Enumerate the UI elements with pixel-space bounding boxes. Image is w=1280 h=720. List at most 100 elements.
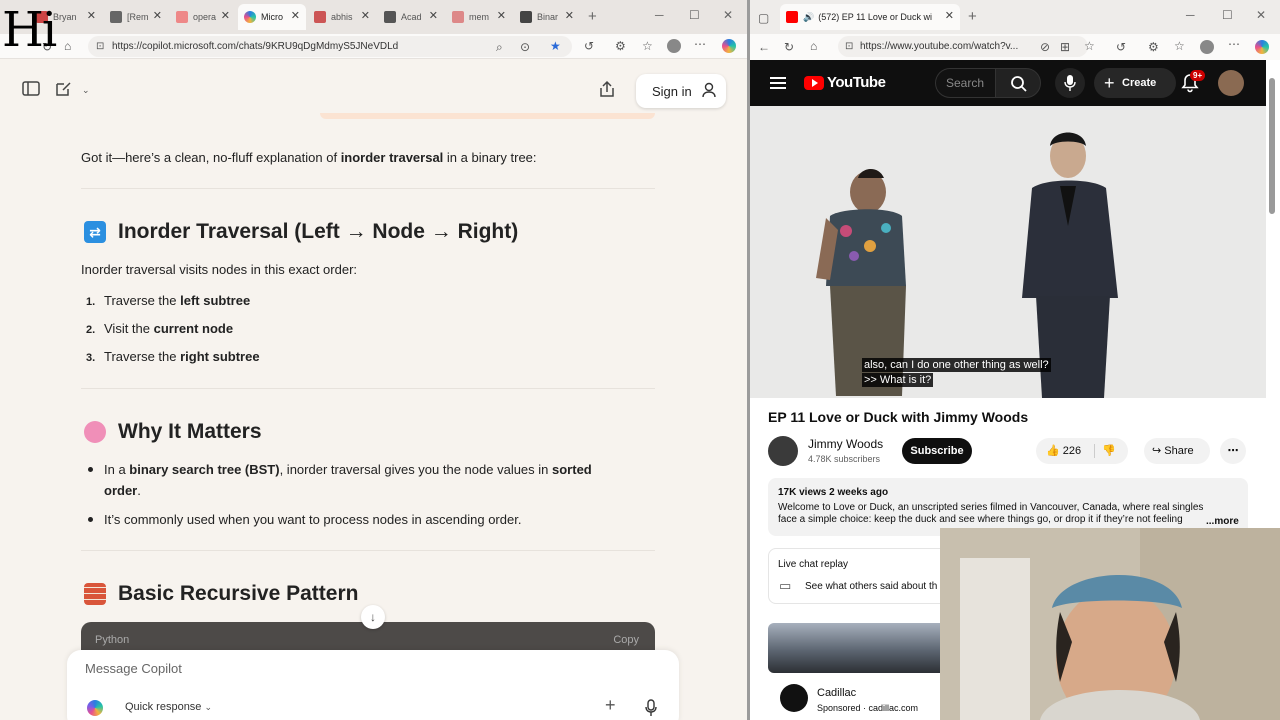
maximize-icon[interactable]: ☐ — [689, 8, 700, 22]
extensions-icon[interactable]: ⚙ — [1148, 41, 1159, 53]
left-address-bar: ↻ ⌂ ⊡ https://copilot.microsoft.com/chat… — [0, 34, 747, 59]
split-screen-icon[interactable]: ⊞ — [1060, 41, 1070, 53]
create-label: Create — [1122, 77, 1157, 89]
step-text: Visit the — [104, 321, 154, 336]
sign-in-button[interactable]: Sign in — [636, 74, 726, 108]
tab-label: mem — [469, 12, 489, 22]
tab-actions-icon[interactable]: ▢ — [758, 12, 769, 24]
left-url-field[interactable]: ⊡ https://copilot.microsoft.com/chats/9K… — [88, 36, 572, 57]
refresh-ext-icon[interactable]: ↺ — [1116, 41, 1126, 53]
minimize-icon[interactable]: ─ — [1186, 8, 1195, 22]
share-icon[interactable] — [598, 80, 616, 98]
minimize-icon[interactable]: ─ — [655, 8, 664, 22]
favorite-star-icon[interactable]: ☆ — [1084, 40, 1095, 52]
webcam-frame — [940, 528, 1280, 720]
tab-binar[interactable]: Binar ✕ — [514, 4, 580, 30]
share-button[interactable]: ↪ Share — [1144, 438, 1210, 464]
back-icon[interactable]: ← — [758, 41, 770, 53]
tab-acad[interactable]: Acad ✕ — [378, 4, 444, 30]
ad-thumbnail[interactable] — [768, 623, 958, 673]
chevron-down-icon[interactable]: ⌄ — [82, 84, 90, 96]
create-button[interactable]: + Create — [1094, 68, 1176, 98]
like-button[interactable]: 👍 226 — [1046, 438, 1081, 464]
more-menu-icon[interactable]: ⋯ — [1228, 38, 1240, 50]
tab-mem[interactable]: mem ✕ — [446, 4, 512, 30]
youtube-header: YouTube Search + Create 9+ — [750, 60, 1266, 106]
read-aloud-icon[interactable]: ⊘ — [1040, 41, 1050, 53]
search-button[interactable] — [995, 68, 1041, 98]
tab-close-icon[interactable]: ✕ — [945, 9, 954, 22]
channel-avatar[interactable] — [768, 436, 798, 466]
zoom-icon[interactable]: ⌕ — [496, 41, 503, 53]
home-icon[interactable]: ⌂ — [810, 40, 817, 52]
favorite-star-icon[interactable]: ★ — [550, 40, 561, 52]
maximize-icon[interactable]: ☐ — [1222, 8, 1233, 22]
favorites-icon[interactable]: ☆ — [1174, 40, 1185, 52]
voice-search-button[interactable] — [1055, 68, 1085, 98]
extensions-icon[interactable]: ⚙ — [615, 40, 626, 52]
copilot-sidebar-icon[interactable] — [722, 39, 736, 53]
new-tab-icon[interactable]: + — [968, 8, 977, 25]
add-attachment-icon[interactable]: + — [605, 696, 616, 714]
search-icon — [1011, 76, 1027, 92]
tab-rem[interactable]: [Rem ✕ — [104, 4, 168, 30]
bullet-bold: order — [104, 483, 138, 498]
step-number: 2. — [86, 324, 96, 336]
bullet-ascending: It’s commonly used when you want to proc… — [104, 512, 522, 527]
close-window-icon[interactable]: ✕ — [1256, 8, 1266, 22]
new-tab-icon[interactable]: + — [588, 8, 597, 25]
sidebar-toggle-icon[interactable] — [22, 81, 40, 97]
page-scrollbar[interactable] — [1268, 62, 1276, 214]
youtube-logo[interactable]: YouTube — [804, 74, 886, 91]
right-address-bar: ← ↻ ⌂ ⊡ https://www.youtube.com/watch?v.… — [750, 34, 1280, 60]
more-actions-icon[interactable]: ⋯ — [1220, 438, 1246, 464]
right-url-field[interactable]: ⊡ https://www.youtube.com/watch?v... — [838, 36, 1088, 57]
subscriber-count: 4.78K subscribers — [808, 454, 881, 464]
tab-close-icon[interactable]: ✕ — [361, 9, 370, 22]
show-more-link[interactable]: ...more — [1204, 516, 1239, 527]
video-player[interactable]: also, can I do one other thing as well? … — [750, 106, 1266, 398]
refresh-ext-icon[interactable]: ↺ — [584, 40, 594, 52]
intro-text-end: in a binary tree: — [443, 150, 537, 165]
tab-microsoft-copilot[interactable]: Micro ✕ — [238, 4, 306, 30]
tab-close-icon[interactable]: ✕ — [153, 9, 162, 22]
tab-close-icon[interactable]: ✕ — [291, 9, 300, 22]
bullet-text: , inorder traversal gives you the node v… — [279, 462, 553, 477]
profile-avatar[interactable] — [667, 39, 681, 53]
subscribe-button[interactable]: Subscribe — [902, 438, 972, 464]
quick-response-selector[interactable]: Quick response ⌄ — [125, 701, 212, 713]
search-input[interactable]: Search — [935, 68, 995, 98]
scrollbar-thumb[interactable] — [1269, 78, 1275, 214]
tab-close-icon[interactable]: ✕ — [565, 9, 574, 22]
tab-opera[interactable]: opera ✕ — [170, 4, 236, 30]
microphone-icon[interactable] — [644, 699, 658, 717]
tab-youtube[interactable]: 🔊 (572) EP 11 Love or Duck wi ✕ — [780, 4, 960, 30]
new-chat-icon[interactable] — [54, 80, 72, 98]
profile-avatar[interactable] — [1200, 40, 1214, 54]
cadillac-logo-icon — [780, 684, 808, 712]
hamburger-menu-icon[interactable] — [770, 76, 786, 90]
reader-icon[interactable]: ⊙ — [520, 41, 530, 53]
youtube-wordmark: YouTube — [827, 74, 886, 91]
tab-close-icon[interactable]: ✕ — [497, 9, 506, 22]
channel-name[interactable]: Jimmy Woods — [808, 437, 883, 451]
step-right: Traverse the right subtree — [104, 347, 260, 367]
favorites-icon[interactable]: ☆ — [642, 40, 653, 52]
tab-abhis[interactable]: abhis ✕ — [308, 4, 376, 30]
message-input[interactable]: Message Copilot — [85, 661, 182, 676]
tab-close-icon[interactable]: ✕ — [87, 9, 96, 22]
home-icon[interactable]: ⌂ — [64, 40, 71, 52]
refresh-icon[interactable]: ↻ — [784, 41, 794, 53]
arrow-down-icon: ↓ — [370, 610, 376, 624]
scroll-down-button[interactable]: ↓ — [361, 605, 385, 629]
ad-advertiser[interactable]: Cadillac — [817, 687, 856, 699]
tab-close-icon[interactable]: ✕ — [429, 9, 438, 22]
tab-label: Micro — [261, 12, 283, 22]
thumbs-down-icon[interactable]: 👎 — [1102, 438, 1116, 464]
tab-close-icon[interactable]: ✕ — [221, 9, 230, 22]
lock-icon: ⊡ — [845, 41, 854, 52]
copilot-sidebar-icon[interactable] — [1255, 40, 1269, 54]
account-avatar[interactable] — [1218, 70, 1244, 96]
more-menu-icon[interactable]: ⋯ — [694, 38, 706, 50]
close-window-icon[interactable]: ✕ — [723, 8, 733, 22]
